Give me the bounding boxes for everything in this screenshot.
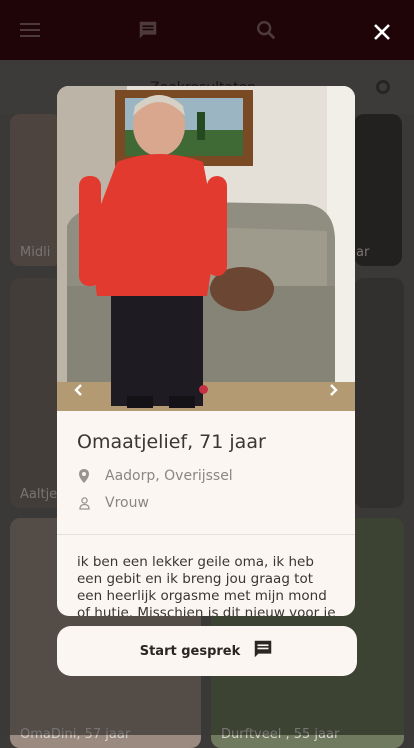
location-pin-icon — [77, 469, 91, 483]
profile-gender: Vrouw — [77, 495, 149, 511]
photo-pagination — [199, 385, 208, 394]
location-text: Aadorp, Overijssel — [105, 468, 233, 484]
gender-text: Vrouw — [105, 495, 149, 511]
chevron-left-icon — [74, 384, 82, 396]
profile-bio: ik ben een lekker geile oma, ik heb een … — [77, 554, 336, 616]
start-chat-button[interactable]: Start gesprek — [57, 626, 357, 676]
profile-photo[interactable] — [57, 86, 355, 411]
previous-photo-button[interactable] — [65, 376, 93, 404]
start-chat-label: Start gesprek — [139, 643, 241, 659]
next-photo-button[interactable] — [319, 376, 347, 404]
person-icon — [77, 496, 91, 510]
profile-name-age: Omaatjelief, 71 jaar — [77, 431, 266, 453]
chevron-right-icon — [330, 384, 338, 396]
chat-icon — [252, 638, 274, 664]
close-icon[interactable] — [370, 20, 394, 44]
divider — [57, 534, 355, 535]
profile-location: Aadorp, Overijssel — [77, 468, 233, 484]
profile-modal: Omaatjelief, 71 jaar Aadorp, Overijssel … — [57, 86, 355, 616]
pagination-dot-active[interactable] — [199, 385, 208, 394]
